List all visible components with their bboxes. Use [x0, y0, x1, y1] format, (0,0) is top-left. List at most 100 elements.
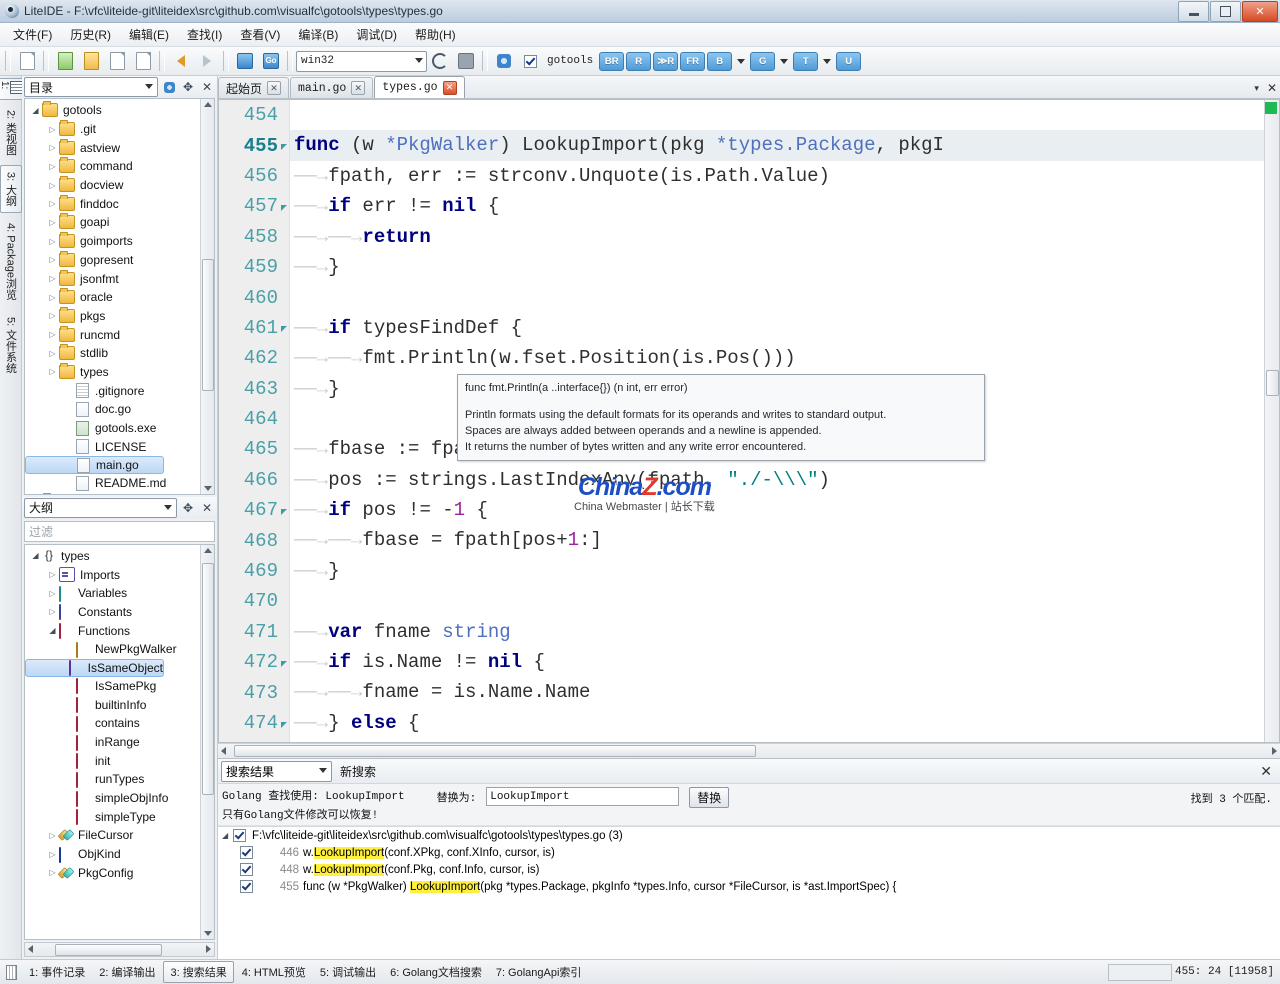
go-get-button[interactable]: G: [750, 52, 775, 71]
expand-arrow-icon[interactable]: ▷: [46, 850, 59, 859]
go-file-run-button[interactable]: FR: [680, 52, 705, 71]
tree-item[interactable]: ▷docview: [25, 176, 200, 195]
status-tab-godoc[interactable]: 6: Golang文档搜索: [384, 962, 488, 982]
scroll-right-arrow-icon[interactable]: [206, 945, 211, 953]
expand-arrow-icon[interactable]: ▷: [46, 162, 59, 171]
expand-arrow-icon[interactable]: ▷: [46, 199, 59, 208]
expand-arrow-icon[interactable]: ▷: [46, 589, 59, 598]
settings-button[interactable]: [492, 49, 516, 73]
result-checkbox[interactable]: [240, 846, 253, 859]
editor-tab-bar[interactable]: 起始页 ✕ main.go ✕ types.go ✕ ▾ ✕: [218, 76, 1280, 99]
scroll-left-arrow-icon[interactable]: [221, 747, 226, 755]
editor-tab-main-go[interactable]: main.go ✕: [290, 77, 373, 98]
scroll-thumb[interactable]: [1266, 370, 1279, 396]
expand-arrow-icon[interactable]: ▷: [46, 293, 59, 302]
main-toolbar[interactable]: Go win32 gotools BR R ≫R FR B G T U: [0, 47, 1280, 76]
menu-debug[interactable]: 调试(D): [347, 24, 406, 45]
results-list[interactable]: ◢ F:\vfc\liteide-git\liteidex\src\github…: [218, 826, 1280, 959]
outline-filter-input[interactable]: 过滤: [24, 521, 215, 542]
expand-arrow-icon[interactable]: ▷: [46, 311, 59, 320]
sidebar-tab-filesystem[interactable]: 5: 文件系统: [1, 311, 21, 379]
scroll-up-arrow-icon[interactable]: [204, 102, 212, 107]
expand-arrow-icon[interactable]: ▷: [46, 143, 59, 152]
replace-button[interactable]: 替换: [689, 787, 729, 808]
fold-arrow-icon[interactable]: [281, 205, 287, 211]
status-tab-debug[interactable]: 5: 调试输出: [314, 962, 382, 982]
scroll-down-arrow-icon[interactable]: [204, 931, 212, 936]
expand-arrow-icon[interactable]: ▷: [46, 237, 59, 246]
menu-history[interactable]: 历史(R): [61, 24, 120, 45]
tree-item[interactable]: inRange: [25, 733, 200, 752]
editor-tab-types-go[interactable]: types.go ✕: [374, 76, 464, 98]
tree-item[interactable]: gotools.exe: [25, 419, 200, 438]
expand-arrow-icon[interactable]: ▷: [46, 570, 59, 579]
editor-close-icon[interactable]: ✕: [1267, 81, 1277, 95]
tree-item[interactable]: IsSameObject: [25, 659, 164, 677]
replace-input[interactable]: LookupImport: [486, 787, 679, 806]
go-run-button[interactable]: R: [626, 52, 651, 71]
tree-item[interactable]: ▷jsonfmt: [25, 269, 200, 288]
menu-edit[interactable]: 编辑(E): [120, 24, 178, 45]
tree-item[interactable]: ▷Constants: [25, 603, 200, 622]
go-run-args-button[interactable]: ≫R: [653, 52, 678, 71]
code-line[interactable]: [290, 282, 1264, 312]
fold-arrow-icon[interactable]: [281, 326, 287, 332]
code-line[interactable]: ——→——→return: [290, 222, 1264, 252]
expand-arrow-icon[interactable]: ▷: [46, 868, 59, 877]
directory-combo[interactable]: 目录: [24, 77, 158, 97]
tree-item[interactable]: doc.go: [25, 400, 200, 419]
tree-item[interactable]: IsSamePkg: [25, 677, 200, 696]
tree-item[interactable]: ▷command: [25, 157, 200, 176]
tree-item[interactable]: ◢{}types: [25, 547, 200, 566]
code-line[interactable]: ——→var fname string: [290, 617, 1264, 647]
expand-arrow-icon[interactable]: ▷: [46, 218, 59, 227]
minimize-button[interactable]: [1178, 1, 1209, 22]
open-project-button[interactable]: [79, 49, 103, 73]
collapse-arrow-icon[interactable]: ◢: [29, 106, 42, 115]
tree-item[interactable]: ▷oracle: [25, 288, 200, 307]
code-line[interactable]: func (w *PkgWalker) LookupImport(pkg *ty…: [290, 130, 1264, 160]
tree-item[interactable]: ▷finddoc: [25, 194, 200, 213]
fold-arrow-icon[interactable]: [281, 722, 287, 728]
tree-item[interactable]: ▷runcmd: [25, 325, 200, 344]
tree-item[interactable]: ▷astview: [25, 138, 200, 157]
expand-arrow-icon[interactable]: ▷: [46, 330, 59, 339]
fold-arrow-icon[interactable]: [281, 509, 287, 515]
outline-hscrollbar[interactable]: [24, 942, 215, 957]
build-target-combo[interactable]: win32: [296, 51, 427, 72]
expand-arrow-icon[interactable]: ▷: [46, 367, 59, 376]
directory-tree[interactable]: ◢gotools▷.git▷astview▷command▷docview▷fi…: [25, 99, 214, 495]
directory-close-button[interactable]: ✕: [199, 79, 215, 95]
maximize-button[interactable]: [1210, 1, 1241, 22]
tree-item[interactable]: README.md: [25, 474, 200, 493]
scroll-thumb[interactable]: [202, 259, 214, 391]
result-checkbox[interactable]: [240, 863, 253, 876]
expand-arrow-icon[interactable]: ▷: [46, 255, 59, 264]
open-file-button[interactable]: [53, 49, 77, 73]
stop-button[interactable]: [454, 49, 478, 73]
scroll-thumb[interactable]: [234, 745, 756, 757]
code-line[interactable]: ——→if is.Name != nil {: [290, 647, 1264, 677]
menu-build[interactable]: 编译(B): [289, 24, 347, 45]
tree-item[interactable]: simpleObjInfo: [25, 789, 200, 808]
expand-arrow-icon[interactable]: ▷: [46, 274, 59, 283]
editor-tab-controls[interactable]: ▾ ✕: [1254, 81, 1277, 95]
close-button[interactable]: ✕: [1242, 1, 1278, 22]
window-controls[interactable]: ✕: [1178, 1, 1278, 22]
tree-item[interactable]: ▷goimports: [25, 232, 200, 251]
back-button[interactable]: [169, 49, 193, 73]
tree-item[interactable]: NewPkgWalker: [25, 640, 200, 659]
tree-item[interactable]: ▷pkgs: [25, 307, 200, 326]
tree-item[interactable]: runTypes: [25, 770, 200, 789]
outline-scrollbar[interactable]: [200, 545, 214, 940]
tree-item[interactable]: ▷.git: [25, 120, 200, 139]
menu-help[interactable]: 帮助(H): [406, 24, 465, 45]
tree-item[interactable]: ▷golint: [25, 493, 200, 495]
code-line[interactable]: ——→}: [290, 252, 1264, 282]
outline-tree-pane[interactable]: ◢{}types▷Imports▷Variables▷Constants◢Fun…: [24, 544, 215, 941]
tree-item[interactable]: simpleType: [25, 807, 200, 826]
code-line[interactable]: ——→if typesFindDef {: [290, 313, 1264, 343]
chevron-down-icon[interactable]: [737, 59, 745, 64]
collapse-arrow-icon[interactable]: ◢: [29, 551, 42, 560]
home-button[interactable]: [233, 49, 257, 73]
